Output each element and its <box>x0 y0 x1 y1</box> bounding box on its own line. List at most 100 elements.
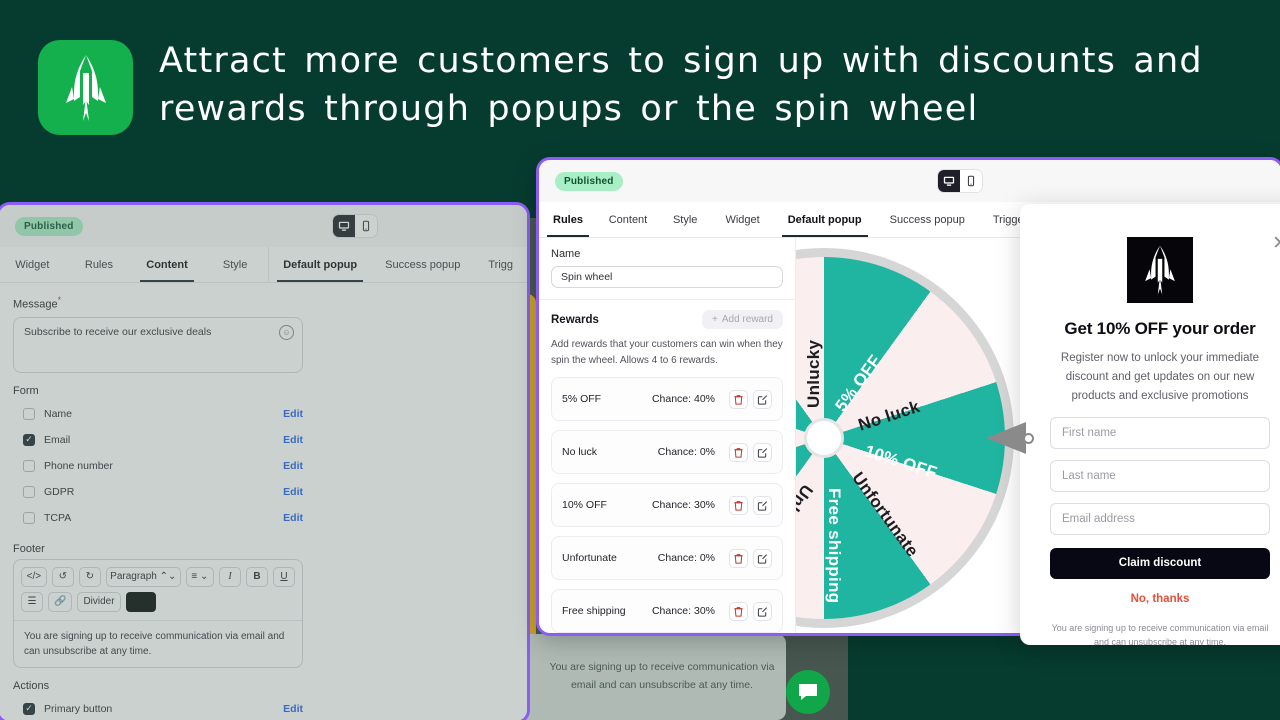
tab-widget[interactable]: Widget <box>0 247 66 282</box>
form-field-tcpa[interactable]: TCPA Edit <box>13 505 303 531</box>
tab-default-popup[interactable]: Default popup <box>269 247 371 282</box>
emoji-smiley-icon[interactable]: ☺ <box>279 324 294 340</box>
reward-row[interactable]: Unfortunate Chance: 0% <box>551 536 783 580</box>
redo-icon[interactable]: ↻ <box>78 566 101 587</box>
rocket-icon <box>1127 237 1193 303</box>
chance-value: 30% <box>693 499 715 511</box>
close-icon[interactable]: ✕ <box>1272 234 1280 253</box>
edit-link-gdpr[interactable]: Edit <box>283 486 303 498</box>
message-textarea[interactable]: Subscribe to receive our exclusive deals… <box>13 316 303 373</box>
tab-rules[interactable]: Rules <box>66 247 133 282</box>
edit-link-primary-button[interactable]: Edit <box>283 703 303 715</box>
edit-square-icon[interactable] <box>753 442 772 462</box>
rewards-settings-pane: Name Spin wheel Rewards + Add reward Add… <box>539 238 796 633</box>
mobile-icon[interactable] <box>355 215 377 237</box>
reward-row[interactable]: Free shipping Chance: 30% <box>551 589 783 633</box>
tab-success-popup[interactable]: Success popup <box>371 247 474 282</box>
desktop-icon[interactable] <box>938 170 960 192</box>
checkbox-phone-number[interactable] <box>23 459 35 472</box>
status-badge: Published <box>555 171 623 191</box>
checkbox-name[interactable] <box>23 407 35 420</box>
align-icon[interactable]: ≡ ⌄ <box>185 566 214 587</box>
reward-row[interactable]: No luck Chance: 0% <box>551 430 783 474</box>
device-toggle-mid[interactable] <box>937 169 983 193</box>
form-field-phone-number[interactable]: Phone number Edit <box>13 453 303 479</box>
tab-widget[interactable]: Widget <box>711 202 773 237</box>
italic-icon[interactable]: I <box>218 566 241 587</box>
paragraph-select[interactable]: Paragraph ⌃⌄ <box>105 566 181 587</box>
tab-style[interactable]: Style <box>659 202 711 237</box>
trash-icon[interactable] <box>729 389 748 409</box>
wheel-segment-label: Unlucky <box>796 480 817 548</box>
wheel-pointer <box>986 422 1026 454</box>
first-name-field[interactable]: First name <box>1050 416 1270 449</box>
popup-editor-window-left[interactable]: Published Widget Rules Content Style Def… <box>0 202 530 720</box>
code-icon[interactable]: </> <box>21 566 47 587</box>
footer-section-label: Footer <box>13 542 45 555</box>
edit-link-tcpa[interactable]: Edit <box>283 512 303 524</box>
tab-rules[interactable]: Rules <box>539 202 597 237</box>
edit-link-phone-number[interactable]: Edit <box>283 460 303 472</box>
checkbox-gdpr[interactable] <box>23 485 35 498</box>
wheel-segment-label: 10% OFF <box>862 441 940 483</box>
list-icon[interactable]: ☰ <box>21 591 43 612</box>
tab-default-popup[interactable]: Default popup <box>774 202 876 237</box>
mobile-icon[interactable] <box>960 170 982 192</box>
claim-discount-button[interactable]: Claim discount <box>1050 547 1270 579</box>
undo-icon[interactable]: ↺ <box>51 566 74 587</box>
trash-icon[interactable] <box>729 495 748 515</box>
form-field-name[interactable]: Name Edit <box>13 401 303 427</box>
required-marker: * <box>57 295 62 305</box>
tab-success-popup[interactable]: Success popup <box>876 202 979 237</box>
no-thanks-link[interactable]: No, thanks <box>1050 593 1270 605</box>
tab-style[interactable]: Style <box>202 247 269 282</box>
editor-toolbar[interactable]: </> ↺ ↻ Paragraph ⌃⌄ ≡ ⌄ I B U ☰ 🔗 Divid… <box>14 560 302 621</box>
actions-section-label: Actions <box>13 679 50 692</box>
chance-value: 0% <box>699 552 715 564</box>
link-icon[interactable]: 🔗 <box>48 591 73 612</box>
trash-icon[interactable] <box>729 548 748 568</box>
edit-link-email[interactable]: Edit <box>283 434 303 446</box>
checkbox-primary-button[interactable] <box>23 702 35 715</box>
edit-link-name[interactable]: Edit <box>283 408 303 420</box>
reward-row[interactable]: 10% OFF Chance: 30% <box>551 483 783 527</box>
last-name-field[interactable]: Last name <box>1050 459 1270 492</box>
edit-square-icon[interactable] <box>753 601 772 621</box>
form-field-label: Email <box>44 433 71 446</box>
footer-text-value[interactable]: You are signing up to receive communicat… <box>14 621 302 667</box>
underline-icon[interactable]: U <box>272 566 295 587</box>
edit-square-icon[interactable] <box>753 548 772 568</box>
chat-bubble-icon[interactable] <box>786 670 830 714</box>
left-window-tabbar[interactable]: Widget Rules Content Style Default popup… <box>0 247 527 283</box>
desktop-icon[interactable] <box>333 215 355 237</box>
message-field-label: Message* <box>13 295 303 311</box>
checkbox-email[interactable] <box>23 433 35 446</box>
trash-icon[interactable] <box>729 601 748 621</box>
divider-button[interactable]: Divider <box>77 591 121 612</box>
email-address-field[interactable]: Email address <box>1050 502 1270 535</box>
hero-banner: Attract more customers to sign up with d… <box>0 0 1280 168</box>
form-field-gdpr[interactable]: GDPR Edit <box>13 479 303 505</box>
reward-name: Free shipping <box>562 605 626 617</box>
chance-prefix: Chance: <box>651 393 694 405</box>
trash-icon[interactable] <box>729 442 748 462</box>
color-swatch[interactable] <box>125 591 156 612</box>
tab-content[interactable]: Content <box>597 202 659 237</box>
name-input[interactable]: Spin wheel <box>551 266 783 288</box>
signup-popup-preview[interactable]: ✕ Get 10% OFF your order Register now to… <box>1020 204 1280 645</box>
edit-square-icon[interactable] <box>753 495 772 515</box>
checkbox-tcpa[interactable] <box>23 511 35 524</box>
edit-square-icon[interactable] <box>753 389 772 409</box>
add-reward-button[interactable]: + Add reward <box>702 310 783 329</box>
footer-rich-text-editor[interactable]: </> ↺ ↻ Paragraph ⌃⌄ ≡ ⌄ I B U ☰ 🔗 Divid… <box>13 558 303 668</box>
spin-wheel[interactable]: Unlucky 5% OFF No luck 10% OFF Unfortunate Fr… <box>796 248 1034 628</box>
tab-trigger[interactable]: Trigg <box>474 247 527 282</box>
reward-row[interactable]: 5% OFF Chance: 40% <box>551 377 783 421</box>
action-primary-button[interactable]: Primary button Edit <box>13 696 303 720</box>
form-field-email[interactable]: Email Edit <box>13 427 303 453</box>
form-field-label: TCPA <box>44 511 72 524</box>
device-toggle-left[interactable] <box>332 214 378 238</box>
tab-content[interactable]: Content <box>132 247 202 282</box>
plus-icon: + <box>712 314 718 325</box>
bold-icon[interactable]: B <box>245 566 268 587</box>
